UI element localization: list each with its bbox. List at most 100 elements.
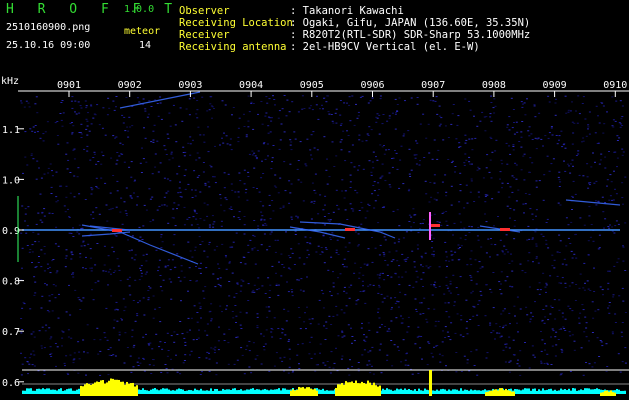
freq-tick-label: 0.6 [2,378,20,389]
noise-floor-bar [562,389,564,394]
noise-floor-bar [448,389,450,394]
noise-floor-bar [30,388,32,394]
noise-floor-bar [526,388,528,394]
meteor-activity-bar [365,383,367,396]
noise-floor-bar [38,388,40,394]
meteor-activity-bar [602,392,604,396]
noise-floor-bar [326,390,328,394]
meteor-activity-bar [495,389,497,396]
noise-floor-bar [194,388,196,394]
noise-floor-bar [392,390,394,394]
noise-floor-bar [172,390,174,394]
noise-floor-bar [288,389,290,394]
time-tick-label: 0901 [57,80,81,91]
noise-floor-bar [150,389,152,394]
noise-floor-bar [420,390,422,394]
meteor-activity-bar [345,381,347,396]
noise-floor-bar [386,388,388,394]
meteor-activity-bar [487,391,489,396]
noise-floor-bar [272,389,274,394]
noise-floor-bar [22,390,24,394]
noise-floor-bar [182,389,184,394]
meteor-activity-bar [357,383,359,396]
noise-floor-bar [66,389,68,394]
noise-floor-bar [224,389,226,394]
echo-peak [345,228,355,231]
noise-floor-bar [72,390,74,394]
noise-floor-bar [592,389,594,394]
noise-floor-bar [198,390,200,394]
noise-floor-bar [318,389,320,394]
noise-floor-bar [412,390,414,394]
meteor-activity-bar [511,391,513,396]
noise-floor-bar [396,388,398,394]
freq-tick-label: 0.7 [2,327,20,338]
noise-floor-bar [278,388,280,394]
noise-floor-bar [534,388,536,394]
noise-floor-bar [40,389,42,394]
noise-floor-bar [320,389,322,394]
noise-floor-bar [460,388,462,394]
noise-floor-bar [142,388,144,394]
meteor-echoes [22,91,621,265]
noise-floor-bar [236,390,238,394]
meteor-activity-bar [363,382,365,396]
noise-floor-bar [452,389,454,394]
meteor-activity-bar [503,390,505,396]
noise-floor-bar [50,389,52,394]
noise-floor-bar [568,388,570,394]
noise-floor-bar [388,389,390,394]
noise-floor-bar [264,388,266,394]
noise-floor-bar [480,390,482,394]
meteor-activity-bar [122,381,124,396]
meteor-activity-bar [489,390,491,396]
noise-floor-bar [560,388,562,394]
noise-floor-bar [418,388,420,394]
noise-floor-bar [402,389,404,394]
noise-floor-bar [322,388,324,394]
noise-floor-bar [228,389,230,394]
noise-floor-bar [438,390,440,394]
noise-floor-bar [540,390,542,394]
noise-floor-bar [552,390,554,394]
noise-floor-bar [408,388,410,394]
noise-floor-bar [404,388,406,394]
noise-floor-bar [424,388,426,394]
noise-floor-bar [190,390,192,394]
noise-floor-bar [214,388,216,394]
noise-floor-bar [58,389,60,394]
noise-floor-bar [196,389,198,394]
meteor-activity-strip [22,370,626,396]
noise-floor-bar [248,389,250,394]
noise-floor-bar [44,389,46,394]
noise-floor-bar [384,389,386,394]
meteor-activity-bar [136,385,138,396]
meteor-activity-bar [499,388,501,396]
meteor-activity-bar [310,388,312,396]
noise-floor-bar [558,390,560,394]
meteor-activity-bar [377,386,379,396]
noise-floor-bar [234,388,236,394]
noise-floor-bar [70,388,72,394]
noise-floor-bar [324,390,326,394]
meteor-activity-bar [337,384,339,396]
meteor-activity-bar [335,387,337,396]
echo-peak [112,229,122,232]
meteor-activity-bar [339,384,341,396]
meteor-activity-bar [371,385,373,396]
noise-floor-bar [156,389,158,394]
noise-floor-bar [36,388,38,394]
noise-floor-bar [482,390,484,394]
meteor-activity-bar [106,382,108,396]
meteor-activity-bar [298,386,300,396]
meteor-activity-bar [349,382,351,396]
noise-floor-bar [192,390,194,394]
meteor-activity-bar [126,381,128,396]
noise-floor-bar [78,388,80,394]
noise-floor-bar [184,390,186,394]
noise-floor-bar [174,390,176,394]
meteor-activity-bar [610,390,612,396]
noise-floor-bar [242,390,244,394]
noise-floor-bar [140,389,142,394]
noise-floor-bar [154,388,156,394]
